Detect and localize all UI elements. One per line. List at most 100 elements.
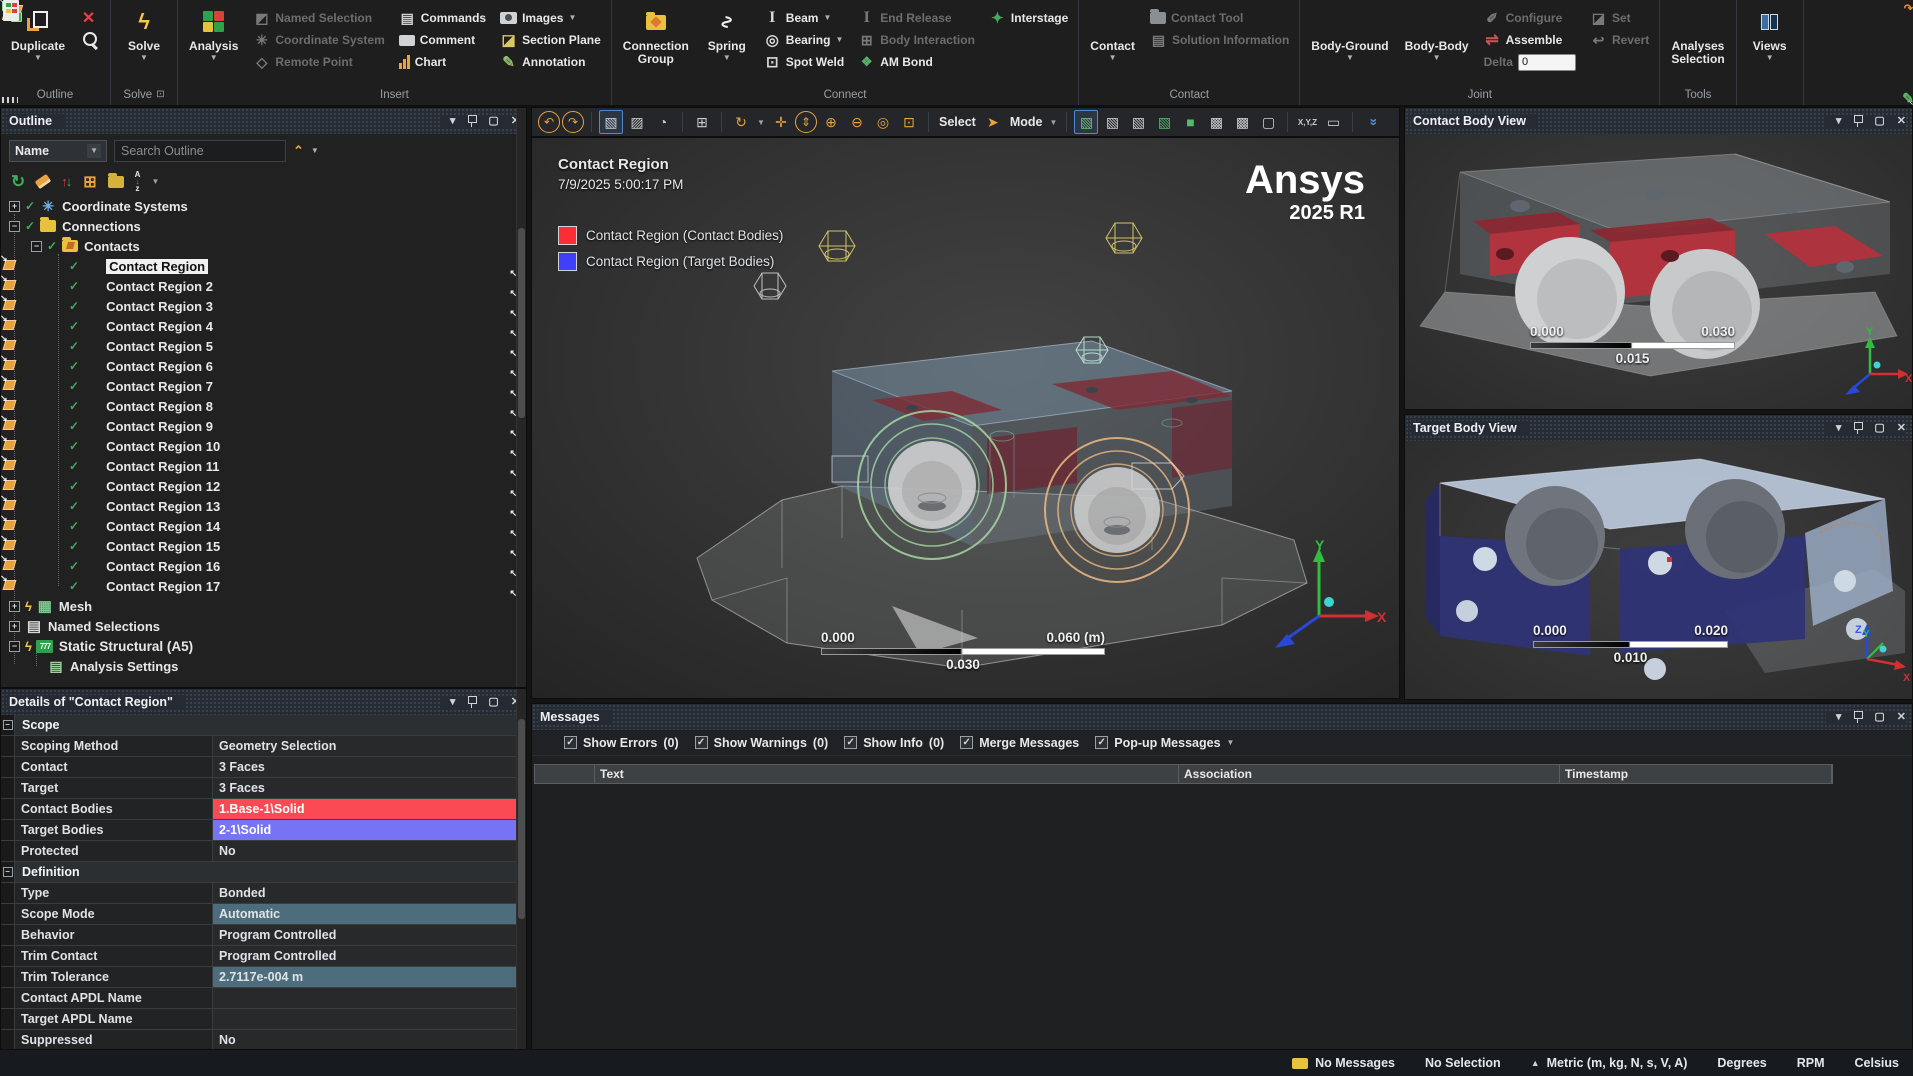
details-value-protected[interactable]: No — [213, 841, 516, 861]
checkbox-icon[interactable]: ✓ — [960, 736, 973, 749]
details-value-contact-apdl-name[interactable] — [213, 988, 516, 1008]
select-nodes-icon[interactable]: ▩ — [1204, 110, 1228, 134]
iso-view-icon[interactable]: ▧ — [599, 110, 623, 134]
messages-maximize-icon[interactable]: ▢ — [1874, 712, 1884, 723]
expand-all-icon[interactable]: ⊞ — [83, 172, 96, 192]
target-body-view-maximize-icon[interactable]: ▢ — [1874, 423, 1884, 434]
tree-expand-icon[interactable]: + — [9, 601, 20, 612]
ribbon-button-commands[interactable]: ▤Commands — [397, 8, 488, 28]
status-item-rotation-units[interactable]: RPM — [1797, 1056, 1825, 1070]
ribbon-button-comment[interactable]: Comment — [397, 30, 488, 50]
tree-item-contacts[interactable]: −✓Contacts — [1, 236, 516, 256]
tree-expand-icon[interactable]: − — [31, 241, 42, 252]
msg-filter-show-errors[interactable]: ✓Show Errors(0) — [564, 736, 679, 750]
msg-filter-pop-up-messages[interactable]: ✓Pop-up Messages▼ — [1095, 736, 1234, 750]
toolbar-overflow-icon[interactable]: « — [1360, 110, 1384, 134]
outline-scrollbar[interactable] — [516, 108, 526, 687]
select-faces-icon[interactable]: ▧ — [1152, 110, 1176, 134]
status-item-angle-units[interactable]: Degrees — [1717, 1056, 1766, 1070]
details-value-suppressed[interactable]: No — [213, 1030, 516, 1049]
contact-body-viewport[interactable]: Y X 0.0000.030 0.015 — [1405, 134, 1912, 409]
ribbon-button-assemble[interactable]: ⇌Assemble — [1482, 30, 1578, 50]
ribbon-button-connection-group[interactable]: Connection Group — [620, 2, 692, 67]
select-edges-icon[interactable]: ▧ — [1126, 110, 1150, 134]
contact-body-view-pin-icon[interactable] — [1853, 115, 1862, 127]
ribbon-button-spot-weld[interactable]: ⊡Spot Weld — [762, 52, 846, 72]
tree-expand-icon[interactable]: − — [9, 221, 20, 232]
ribbon-button-body-ground[interactable]: ↷Body-Ground▼ — [1308, 2, 1391, 62]
tree-item-contact-region-5[interactable]: ✓↘↖Contact Region 5 — [1, 336, 516, 356]
outline-filter-select[interactable]: Name ▼ — [9, 140, 107, 162]
viewport-triad[interactable]: Y X — [1257, 538, 1387, 658]
ribbon-button-delete[interactable]: ✕ — [78, 8, 102, 28]
eraser-icon[interactable] — [35, 174, 52, 189]
select-vertices-icon[interactable]: ▧ — [1100, 110, 1124, 134]
msg-column-association[interactable]: Association — [1179, 765, 1560, 783]
tree-item-contact-region-3[interactable]: ✓↘↖Contact Region 3 — [1, 296, 516, 316]
msg-column-status[interactable] — [535, 765, 595, 783]
more-dropdown-icon[interactable]: ▼ — [151, 177, 159, 186]
orbit-icon[interactable]: ↻ — [729, 110, 753, 134]
msg-column-timestamp[interactable]: Timestamp — [1560, 765, 1832, 783]
ribbon-button-section-plane[interactable]: ◪Section Plane — [498, 30, 603, 50]
copy-screenshot-icon[interactable]: ⊞ — [690, 110, 714, 134]
tree-item-contact-region-6[interactable]: ✓↘↖Contact Region 6 — [1, 356, 516, 376]
tree-item-contact-region-15[interactable]: ✓↘↖Contact Region 15 — [1, 536, 516, 556]
tree-item-analysis-settings[interactable]: ▤Analysis Settings — [1, 656, 516, 676]
status-item-units[interactable]: ▲Metric (m, kg, N, s, V, A) — [1531, 1056, 1688, 1070]
outline-maximize-icon[interactable]: ▢ — [488, 116, 498, 127]
details-value-trim-tolerance[interactable]: 2.7117e-004 m — [213, 967, 516, 987]
ribbon-button-spring[interactable]: ∿Spring▼ — [702, 2, 752, 62]
search-input[interactable] — [114, 140, 286, 162]
outline-pin-icon[interactable] — [467, 115, 476, 127]
face-view-icon[interactable]: ▨ — [625, 110, 649, 134]
probe-annotation-icon[interactable]: ▭ — [1321, 110, 1345, 134]
tree-item-contact-region-12[interactable]: ✓↘↖Contact Region 12 — [1, 476, 516, 496]
ribbon-button-analysis[interactable]: Analysis▼ — [186, 2, 241, 62]
tree-item-contact-region-17[interactable]: ✓↘↖Contact Region 17 — [1, 576, 516, 596]
messages-close-icon[interactable]: ✕ — [1897, 712, 1906, 723]
show-hidden-icon[interactable] — [108, 176, 124, 188]
search-prev-icon[interactable]: ⌃ — [293, 143, 304, 159]
select-cursor-icon[interactable]: ➤ — [981, 110, 1005, 134]
tree-item-contact-region-10[interactable]: ✓↘↖Contact Region 10 — [1, 436, 516, 456]
ribbon-button-contact[interactable]: ↘↖Contact▼ — [1087, 2, 1138, 62]
ribbon-button-interstage[interactable]: ✦Interstage — [987, 8, 1070, 28]
target-body-view-pin-icon[interactable] — [1853, 422, 1862, 434]
tree-item-contact-region-16[interactable]: ✓↘↖Contact Region 16 — [1, 556, 516, 576]
target-body-viewport[interactable]: Z Y X 0.0000.020 0.010 — [1405, 441, 1912, 699]
details-value-target-apdl-name[interactable] — [213, 1009, 516, 1029]
contact-body-view-collapse-icon[interactable]: ▾ — [1836, 116, 1842, 127]
details-value-trim-contact[interactable]: Program Controlled — [213, 946, 516, 966]
select-elements-icon[interactable]: ▩ — [1230, 110, 1254, 134]
zoom-in-icon[interactable]: ⊕ — [819, 110, 843, 134]
next-view-icon[interactable]: ↷ — [562, 111, 584, 133]
details-value-target-bodies[interactable]: 2-1\Solid — [213, 820, 516, 840]
tree-item-contact-region-11[interactable]: ✓↘↖Contact Region 11 — [1, 456, 516, 476]
details-pin-icon[interactable] — [467, 696, 476, 708]
tree-item-contact-region-8[interactable]: ✓↘↖Contact Region 8 — [1, 396, 516, 416]
ribbon-button-views[interactable]: Views▼ — [1745, 2, 1795, 62]
ribbon-button-solve[interactable]: ϟSolve▼ — [119, 2, 169, 62]
ribbon-button-body-body[interactable]: ↷Body-Body▼ — [1402, 2, 1472, 62]
pick-coordinates-icon[interactable]: X,Y,Z — [1295, 110, 1319, 134]
refresh-icon[interactable]: ↻ — [11, 172, 25, 192]
tree-expand-icon[interactable]: − — [9, 641, 20, 652]
ribbon-button-chart[interactable]: Chart — [397, 52, 488, 72]
msg-filter-merge-messages[interactable]: ✓Merge Messages — [960, 736, 1079, 750]
tree-item-contact-region-9[interactable]: ✓↘↖Contact Region 9 — [1, 416, 516, 436]
sort-updown-icon[interactable]: ↑↓ — [61, 174, 72, 189]
checkbox-icon[interactable]: ✓ — [844, 736, 857, 749]
tree-item-contact-region-7[interactable]: ✓↘↖Contact Region 7 — [1, 376, 516, 396]
tree-item-named-selections[interactable]: +▤Named Selections — [1, 616, 516, 636]
pan-icon[interactable]: ✛ — [769, 110, 793, 134]
msg-filter-show-info[interactable]: ✓Show Info(0) — [844, 736, 944, 750]
tree-item-contact-region-13[interactable]: ✓↘↖Contact Region 13 — [1, 496, 516, 516]
tree-item-connections[interactable]: −✓Connections — [1, 216, 516, 236]
main-viewport[interactable]: Contact Region 7/9/2025 5:00:17 PM Conta… — [531, 137, 1400, 699]
contact-body-view-close-icon[interactable]: ✕ — [1897, 116, 1906, 127]
details-maximize-icon[interactable]: ▢ — [488, 697, 498, 708]
outline-collapse-icon[interactable]: ▾ — [450, 116, 456, 127]
msg-column-text[interactable]: Text — [595, 765, 1179, 783]
free-rotate-icon[interactable]: ◔ — [651, 110, 675, 134]
